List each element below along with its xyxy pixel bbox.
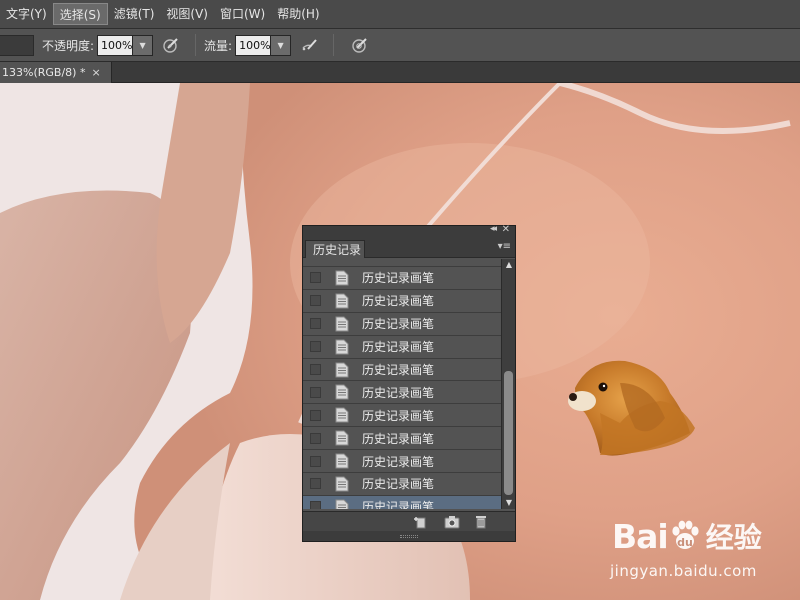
history-panel: ◂◂ ✕ 历史记录 ▾≡ 历史记录画笔 历史记录画笔 历史记录画笔 历史记录画笔 (302, 224, 516, 542)
flow-input[interactable]: 100% (235, 34, 272, 56)
document-tab-title: 133%(RGB/8) * (2, 66, 86, 79)
history-brush-source-checkbox[interactable] (310, 501, 321, 509)
document-icon (335, 293, 349, 309)
panel-close-icon[interactable]: ✕ (502, 224, 510, 235)
mode-dropdown[interactable] (0, 34, 34, 56)
history-brush-source-checkbox[interactable] (310, 364, 321, 375)
history-item-label: 历史记录画笔 (362, 385, 435, 400)
trash-icon[interactable] (473, 515, 489, 529)
history-item[interactable]: 历史记录画笔 (303, 381, 501, 405)
watermark-url: jingyan.baidu.com (610, 562, 757, 580)
document-icon (335, 407, 349, 423)
opacity-input[interactable]: 100% (97, 34, 134, 56)
document-tab[interactable]: 133%(RGB/8) * × (0, 62, 112, 83)
scroll-down-arrow[interactable]: ▼ (502, 497, 516, 509)
menu-help[interactable]: 帮助(H) (271, 3, 325, 25)
history-item-label: 历史记录画笔 (362, 500, 435, 509)
document-icon (335, 316, 349, 332)
history-item-label: 历史记录画笔 (362, 340, 435, 355)
watermark-suffix: 经验 (705, 521, 762, 554)
panel-footer (303, 511, 515, 531)
document-icon (335, 453, 349, 469)
document-icon (335, 499, 349, 509)
history-item[interactable]: 历史记录画笔 (303, 267, 501, 290)
history-brush-source-checkbox[interactable] (310, 295, 321, 307)
svg-text:du: du (677, 536, 693, 549)
menu-type[interactable]: 文字(Y) (0, 3, 53, 25)
menu-filter[interactable]: 滤镜(T) (108, 3, 161, 25)
flow-dropdown-arrow[interactable]: ▼ (271, 34, 292, 56)
history-item-label: 历史记录画笔 (362, 454, 435, 469)
watermark-brand-text: Bai (612, 516, 669, 556)
airbrush-icon[interactable] (297, 33, 321, 57)
new-document-from-state-icon[interactable] (413, 515, 429, 529)
history-item[interactable]: 历史记录画笔 (303, 450, 501, 474)
history-item[interactable]: 历史记录画笔 (303, 359, 501, 382)
opacity-label: 不透明度: (42, 38, 95, 53)
history-list[interactable]: 历史记录画笔 历史记录画笔 历史记录画笔 历史记录画笔 历史记录画笔 历史记录画… (303, 259, 501, 509)
document-icon (335, 339, 349, 355)
baidu-watermark: Bai du 经验 jingyan.baidu.com (610, 515, 787, 585)
menu-bar: 文字(Y) 选择(S) 滤镜(T) 视图(V) 窗口(W) 帮助(H) (0, 0, 800, 29)
opacity-pressure-icon[interactable] (159, 33, 183, 57)
history-scrollbar[interactable]: ▲ ▼ (501, 259, 515, 509)
menu-window[interactable]: 窗口(W) (214, 3, 271, 25)
options-bar: 不透明度: 100% ▼ 流量: 100% ▼ (0, 29, 800, 62)
close-icon[interactable]: × (91, 66, 100, 79)
baidu-logo: Bai du 经验 (612, 515, 762, 557)
document-tab-row: 133%(RGB/8) * × (0, 62, 800, 83)
history-item-label: 历史记录画笔 (362, 294, 435, 309)
history-item-label: 历史记录画笔 (362, 477, 435, 492)
history-brush-source-checkbox[interactable] (310, 432, 321, 444)
history-item[interactable]: 历史记录画笔 (303, 313, 501, 336)
history-brush-source-checkbox[interactable] (310, 386, 321, 398)
history-item-label: 历史记录画笔 (362, 408, 435, 423)
history-brush-source-checkbox[interactable] (310, 455, 321, 467)
document-icon (335, 384, 349, 400)
history-item[interactable]: 历史记录画笔 (303, 336, 501, 359)
options-separator (195, 34, 197, 56)
history-item[interactable]: 历史记录画笔 (303, 427, 501, 451)
document-icon (335, 270, 349, 286)
collapse-icon[interactable]: ◂◂ (490, 224, 497, 234)
history-brush-source-checkbox[interactable] (310, 478, 321, 490)
history-brush-source-checkbox[interactable] (310, 341, 321, 353)
document-icon (335, 362, 349, 377)
menu-view[interactable]: 视图(V) (160, 3, 214, 25)
history-item-selected[interactable]: 历史记录画笔 (303, 495, 501, 509)
panel-menu-icon[interactable]: ▾≡ (498, 241, 511, 252)
list-item-partial (303, 259, 501, 267)
document-icon (335, 476, 349, 492)
size-pressure-icon[interactable] (348, 33, 372, 57)
history-item-label: 历史记录画笔 (362, 431, 435, 446)
history-item-label: 历史记录画笔 (362, 271, 435, 286)
history-brush-source-checkbox[interactable] (310, 409, 321, 421)
opacity-dropdown-arrow[interactable]: ▼ (133, 34, 154, 56)
document-icon (335, 430, 349, 446)
history-item[interactable]: 历史记录画笔 (303, 404, 501, 428)
flow-label: 流量: (204, 38, 233, 53)
panel-titlebar[interactable]: ◂◂ ✕ (303, 224, 515, 238)
history-brush-source-checkbox[interactable] (310, 318, 321, 330)
opacity-field[interactable]: 100% ▼ (97, 34, 154, 56)
camera-icon[interactable] (444, 515, 460, 529)
scroll-thumb[interactable] (504, 371, 513, 495)
flow-field[interactable]: 100% ▼ (235, 34, 292, 56)
history-item[interactable]: 历史记录画笔 (303, 473, 501, 496)
history-item[interactable]: 历史记录画笔 (303, 290, 501, 313)
history-item-label: 历史记录画笔 (362, 363, 435, 377)
menu-select[interactable]: 选择(S) (52, 3, 108, 25)
history-brush-source-checkbox[interactable] (310, 272, 321, 284)
options-separator-2 (333, 34, 335, 56)
history-item-label: 历史记录画笔 (362, 317, 435, 332)
scroll-up-arrow[interactable]: ▲ (502, 259, 516, 271)
panel-tab-bar: 历史记录 ▾≡ (303, 238, 515, 258)
paw-icon: du (672, 520, 699, 549)
tab-history[interactable]: 历史记录 (305, 240, 365, 258)
panel-resize-grip[interactable] (303, 531, 515, 541)
